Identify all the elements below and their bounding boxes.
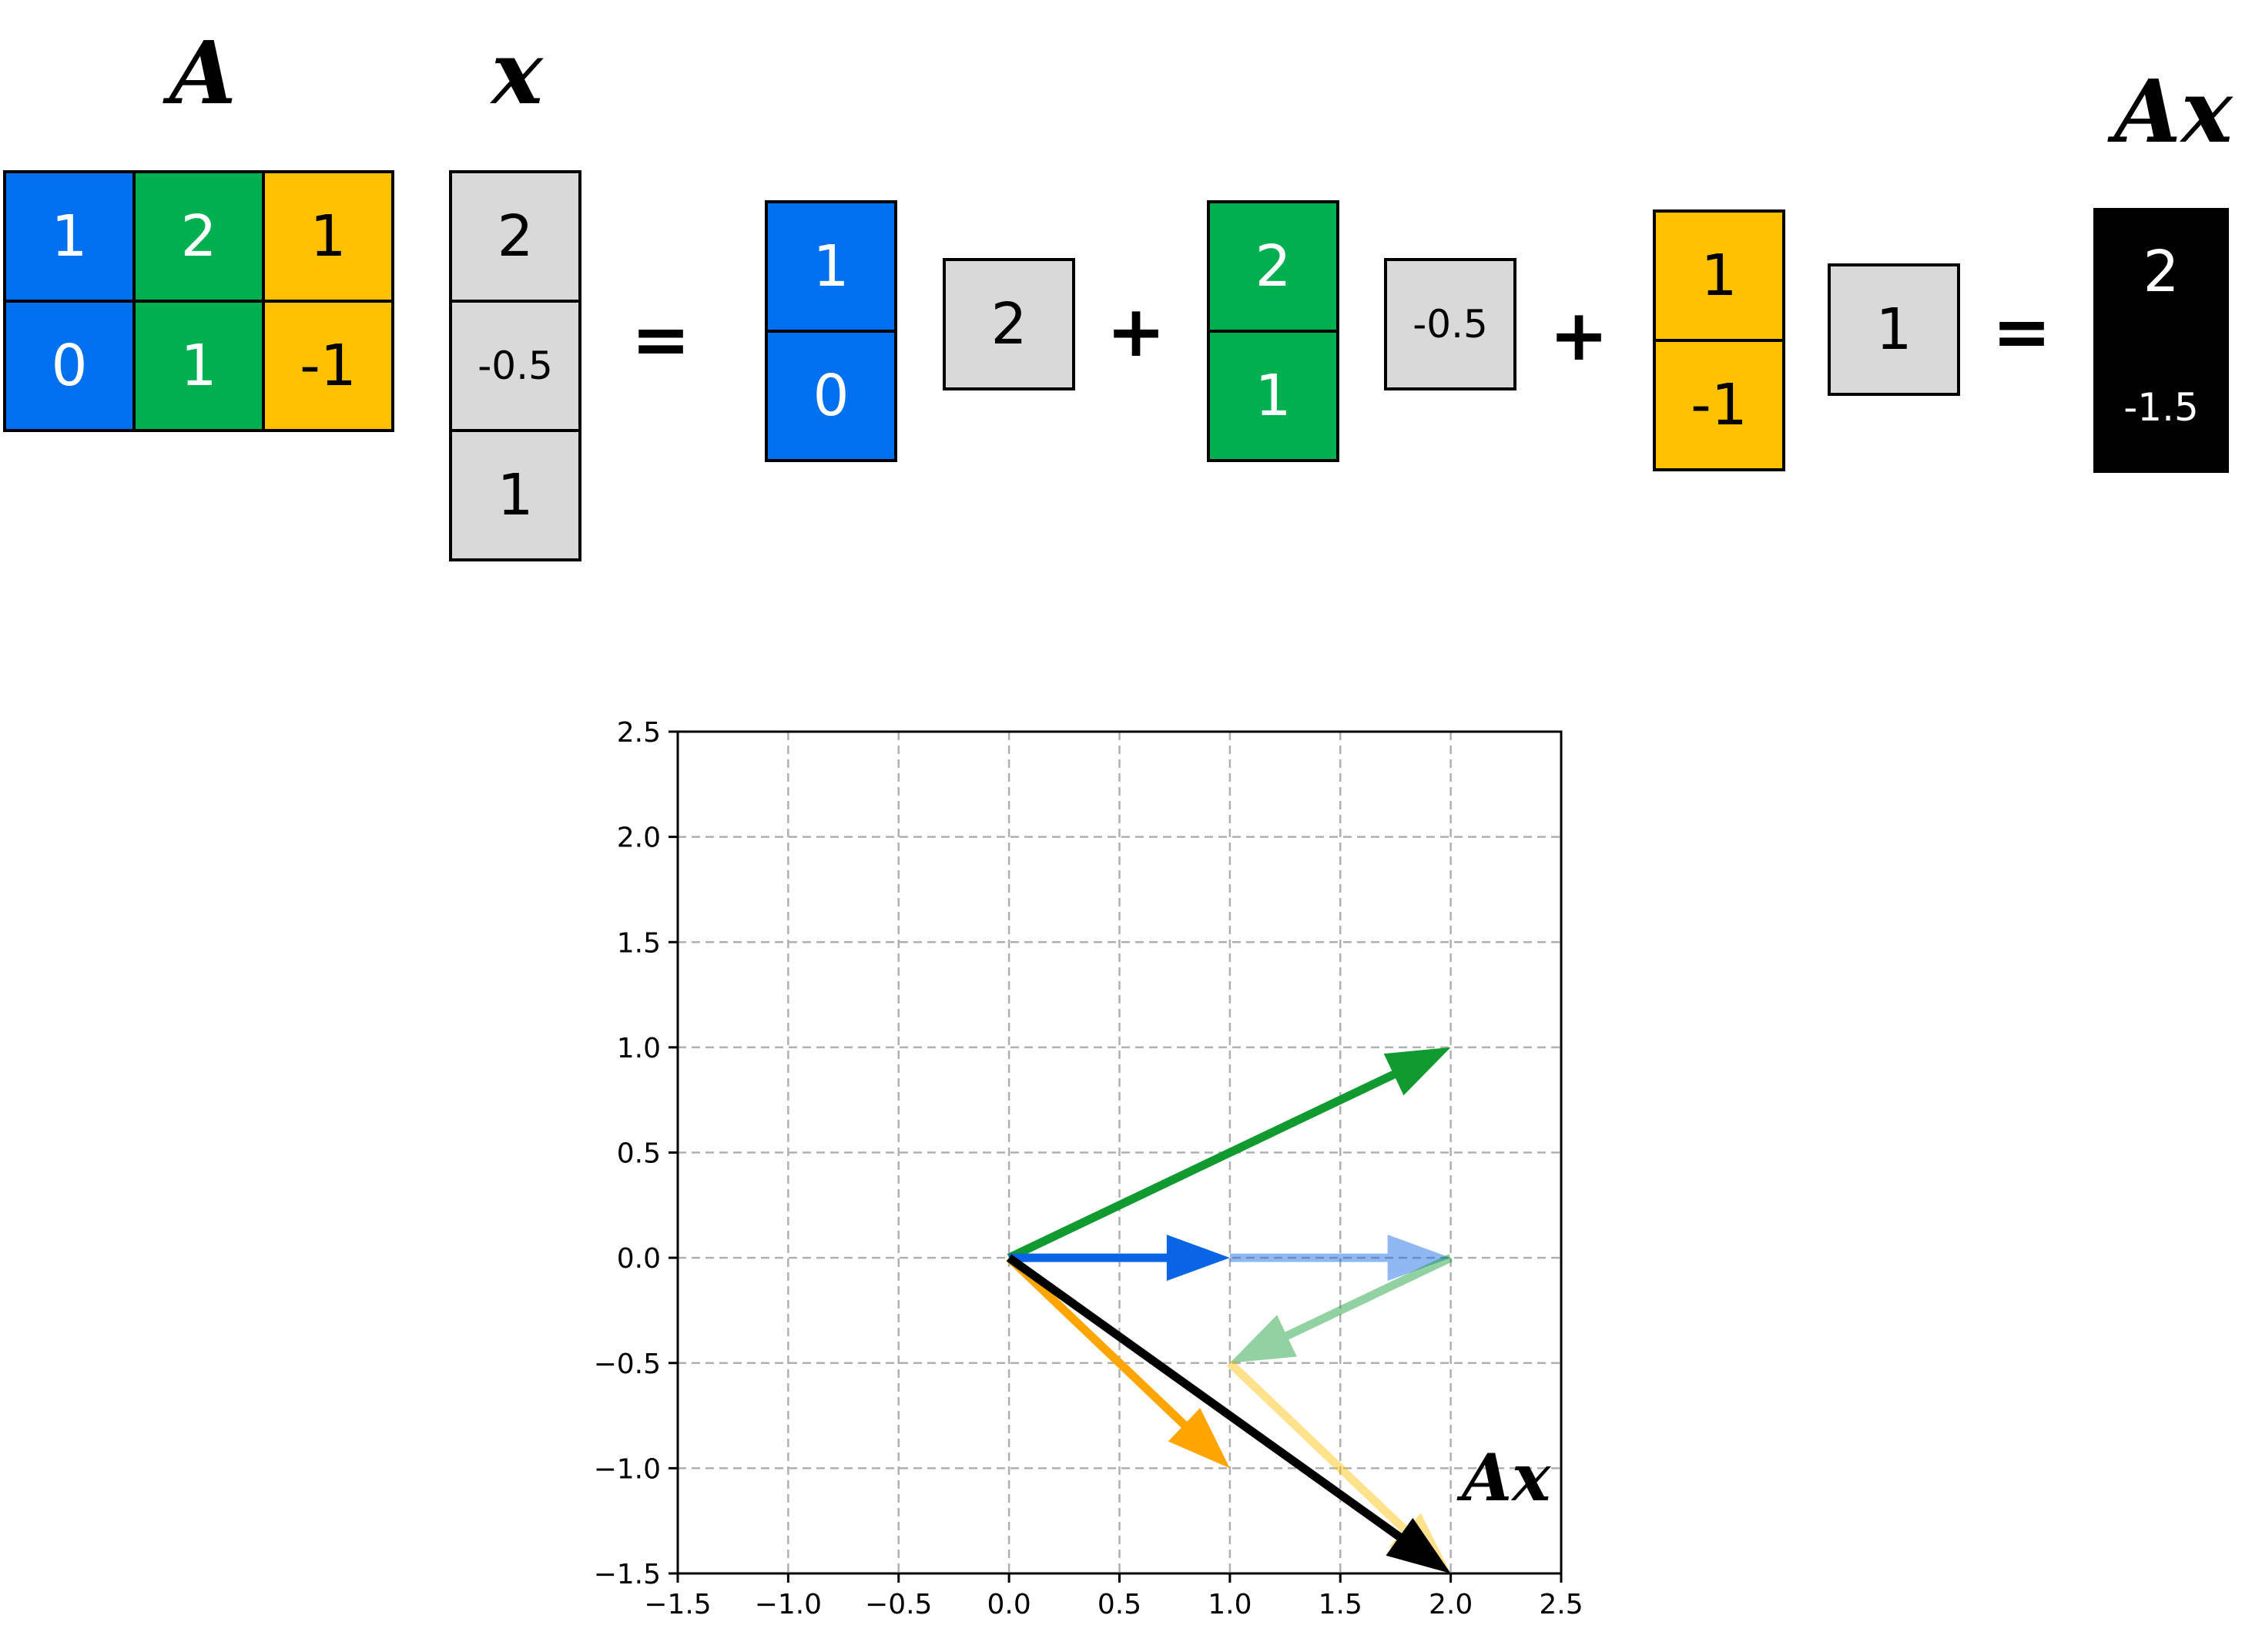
vector-shaft xyxy=(1282,1254,1453,1342)
vector-head xyxy=(1229,1315,1297,1363)
y-tick-label: 0.5 xyxy=(617,1138,661,1170)
y-tick-label: 1.5 xyxy=(617,927,661,959)
x-tick-label: 1.5 xyxy=(1319,1589,1362,1620)
ax-annotation: Ax xyxy=(1456,1439,1551,1516)
vector-head xyxy=(1166,1235,1230,1282)
vector-shaft xyxy=(1006,1254,1405,1543)
vector-plot: −1.5 −1.0 −0.5 0.0 0.5 1.0 1.5 2.0 2.5 −1.5 −1.0 −0… xyxy=(594,717,1583,1620)
vector-shaft xyxy=(1006,1255,1190,1430)
y-tick-label: 0.0 xyxy=(617,1243,661,1275)
x-tick-label: 2.5 xyxy=(1539,1589,1583,1620)
y-tick-label: −0.5 xyxy=(594,1349,661,1380)
y-tick-label: 2.0 xyxy=(617,823,661,854)
x-tick-label: −1.5 xyxy=(644,1589,711,1620)
vector-head xyxy=(1383,1047,1451,1096)
x-tick-label: 0.0 xyxy=(987,1589,1030,1620)
x-tick-label: 2.0 xyxy=(1429,1589,1473,1620)
x-tick-label: −1.0 xyxy=(755,1589,822,1620)
x-tick-label: 1.0 xyxy=(1208,1589,1252,1620)
y-tick-label: −1.5 xyxy=(594,1559,661,1590)
y-tick-label: −1.0 xyxy=(594,1453,661,1485)
y-tick-label: 2.5 xyxy=(617,717,661,749)
x-tick-label: 0.5 xyxy=(1098,1589,1141,1620)
vector-shaft xyxy=(1007,1069,1399,1262)
vector-shaft xyxy=(1227,1359,1410,1536)
y-tick-label: 1.0 xyxy=(617,1033,661,1064)
x-tick-label: −0.5 xyxy=(865,1589,932,1620)
